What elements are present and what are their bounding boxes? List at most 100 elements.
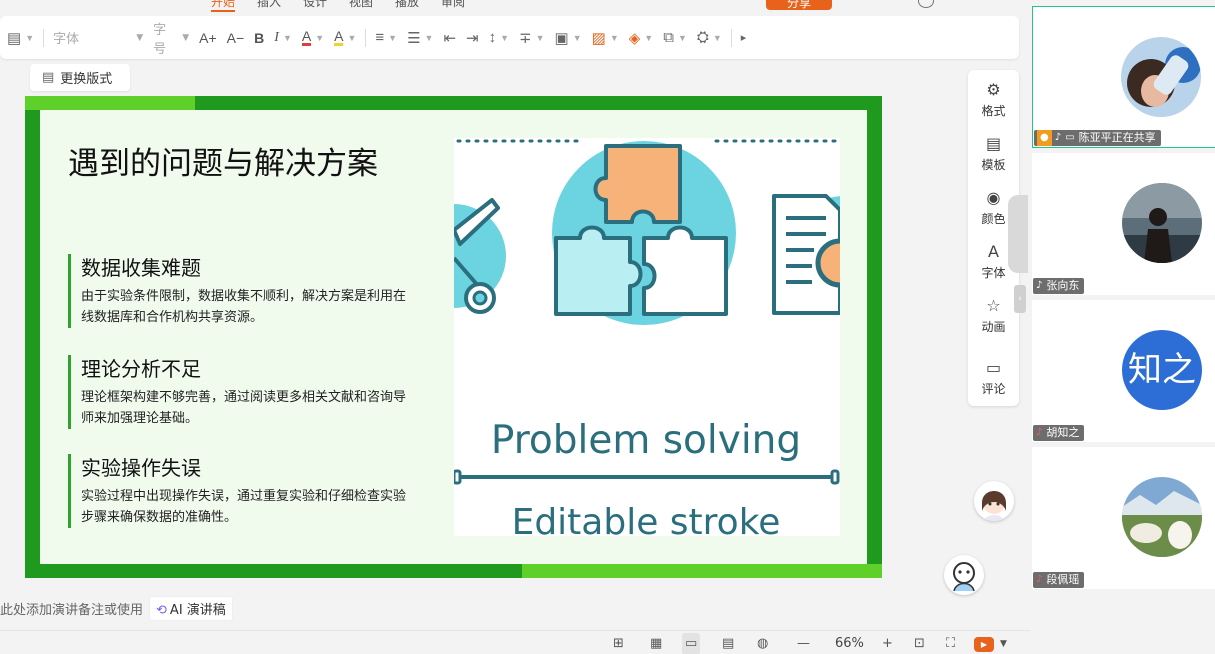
slide-content: 遇到的问题与解决方案 数据收集难题 由于实验条件限制，数据收集不顺利，解决方案是… xyxy=(40,110,867,564)
side-item-label: 格式 xyxy=(981,104,1006,118)
assistant-avatar-graphic xyxy=(982,491,1006,521)
chevron-down-icon: ▼ xyxy=(535,32,545,43)
picture-icon: ▨ xyxy=(591,29,606,47)
side-item-comment[interactable]: ▭ 评论 xyxy=(968,358,1019,397)
pane-scroll-handle[interactable] xyxy=(1008,195,1028,273)
tab-start[interactable]: 开始 xyxy=(211,0,236,12)
problem-point[interactable]: 理论分析不足 理论框架构建不够完善，通过阅读更多相关文献和咨询导师来加强理论基础… xyxy=(68,355,413,429)
pane-collapse-button[interactable]: › xyxy=(1014,285,1026,313)
increase-indent-button[interactable]: ⇥ xyxy=(461,24,484,52)
chevron-down-icon: ▼ xyxy=(182,32,190,43)
point-title: 数据收集难题 xyxy=(81,256,201,280)
italic-button[interactable]: I ▼ xyxy=(269,24,297,52)
web-view-icon[interactable]: ◍ xyxy=(757,636,768,651)
mic-icon: ♪ xyxy=(1036,280,1043,291)
slide-canvas[interactable]: 遇到的问题与解决方案 数据收集难题 由于实验条件限制，数据收集不顺利，解决方案是… xyxy=(25,96,882,578)
problem-point[interactable]: 数据收集难题 由于实验条件限制，数据收集不顺利，解决方案是利用在线数据库和合作机… xyxy=(68,254,413,328)
share-button[interactable]: 分享 xyxy=(766,0,832,10)
chevron-down-icon: ▼ xyxy=(500,32,510,43)
point-description: 理论框架构建不够完善，通过阅读更多相关文献和咨询导师来加强理论基础。 xyxy=(81,390,407,426)
participant-tile[interactable]: 知之 ♪ 胡知之 xyxy=(1032,300,1215,442)
zoom-in-icon[interactable]: + xyxy=(882,636,893,651)
speaker-notes-bar[interactable]: 此处添加演讲备注或使用 ⟲ AI 演讲稿 xyxy=(0,596,233,621)
tab-view[interactable]: 视图 xyxy=(349,0,373,10)
assistant-avatar[interactable] xyxy=(974,481,1014,521)
help-icon[interactable] xyxy=(918,0,934,8)
grow-font-button[interactable]: A+ xyxy=(194,24,222,52)
notes-placeholder[interactable]: 此处添加演讲备注或使用 xyxy=(0,599,143,618)
grid-view-icon[interactable]: ⊞ xyxy=(613,636,624,651)
participant-name-tag: ♪ 段佩瑶 xyxy=(1033,572,1085,588)
tab-review[interactable]: 审阅 xyxy=(441,0,465,10)
tab-design[interactable]: 设计 xyxy=(303,0,327,10)
tab-play[interactable]: 播放 xyxy=(395,0,419,10)
status-bar: ⊞ ▦ ▭ ▤ ◍ — 66% + ⊡ ⛶ ▶ ▼ xyxy=(0,630,1030,654)
font-size-placeholder: 字号 xyxy=(153,22,167,57)
strikethrough-button[interactable]: ∓ ▼ xyxy=(514,24,550,52)
indent-increase-icon: ⇥ xyxy=(466,29,479,47)
screen-share-icon: ▭ xyxy=(1065,132,1075,143)
zoom-out-icon[interactable]: — xyxy=(797,636,810,651)
bullet-list-button[interactable]: ☰ ▼ xyxy=(402,24,438,52)
font-color-button[interactable]: A ▼ xyxy=(297,24,329,52)
slide-title[interactable]: 遇到的问题与解决方案 xyxy=(68,138,378,183)
problem-point[interactable]: 实验操作失误 实验过程中出现操作失误，通过重复实验和仔细检查实验步骤来确保数据的… xyxy=(68,454,413,528)
highlight-icon: A xyxy=(334,28,344,46)
textbox-button[interactable]: ▣ ▼ xyxy=(550,24,587,52)
comment-icon: ▭ xyxy=(985,358,1002,377)
toolbar-more-button[interactable]: ▸ xyxy=(736,24,752,52)
participant-tile[interactable]: ♪ 段佩瑶 xyxy=(1032,447,1215,589)
line-spacing-button[interactable]: ↕ ▼ xyxy=(484,24,514,52)
shrink-font-button[interactable]: A− xyxy=(222,24,250,52)
divider xyxy=(43,28,45,47)
decrease-indent-button[interactable]: ⇤ xyxy=(438,24,461,52)
line-spacing-icon: ↕ xyxy=(488,29,497,46)
tab-insert[interactable]: 插入 xyxy=(257,0,281,10)
divider xyxy=(365,28,367,47)
zoom-level[interactable]: 66% xyxy=(835,636,864,651)
slide-sorter-icon[interactable]: ▦ xyxy=(650,636,662,651)
side-item-format[interactable]: ⚙ 格式 xyxy=(968,80,1019,119)
participant-tile[interactable]: ♪ 张向东 xyxy=(1032,153,1215,295)
shape-icon: ◈ xyxy=(628,29,641,47)
fit-window-icon[interactable]: ⊡ xyxy=(914,636,925,651)
participant-name-tag: ● ♪ ▭ 陈亚平正在共享 xyxy=(1034,130,1161,146)
highlight-button[interactable]: A ▼ xyxy=(329,24,361,52)
shape-button[interactable]: ◈ ▼ xyxy=(624,24,658,52)
format-painter-button[interactable]: ⛭ ▼ xyxy=(692,24,727,52)
ai-icon: ⟲ xyxy=(156,603,167,618)
format-toolbar: ▤ ▼ 字体 ▼ 字号 ▼ A+ A− B I ▼ A ▼ A ▼ ≡ ▼ ☰ ▼ ⇤ ⇥ ↕ ▼… xyxy=(0,16,1019,59)
illustration-graphic: Problem solving Editable stroke xyxy=(454,139,840,536)
problem-solving-illustration[interactable]: Problem solving Editable stroke xyxy=(454,138,840,536)
play-slideshow-button[interactable]: ▶ xyxy=(974,637,994,652)
star-icon: ☆ xyxy=(986,296,1001,315)
side-item-template[interactable]: ▤ 模板 xyxy=(968,134,1019,173)
mic-muted-icon: ♪ xyxy=(1036,574,1043,585)
chevron-down-icon: ▼ xyxy=(609,32,619,43)
chevron-right-icon: ▸ xyxy=(740,32,747,44)
align-button[interactable]: ≡ ▼ xyxy=(370,24,402,52)
ai-speech-button[interactable]: ⟲ AI 演讲稿 xyxy=(149,596,233,621)
textbox-icon: ▣ xyxy=(554,29,569,47)
chevron-down-icon[interactable]: ▼ xyxy=(1000,639,1007,649)
layout-menu[interactable]: ▤ ▼ xyxy=(2,24,39,52)
fullscreen-icon[interactable]: ⛶ xyxy=(946,636,955,651)
picture-button[interactable]: ▨ ▼ xyxy=(587,24,624,52)
reading-view-icon[interactable]: ▤ xyxy=(722,636,734,651)
ribbon-tabs: 开始 插入 设计 视图 播放 审阅 分享 xyxy=(0,0,1030,14)
participant-name: 段佩瑶 xyxy=(1046,573,1080,586)
ai-robot-avatar[interactable] xyxy=(944,555,984,595)
side-item-label: 评论 xyxy=(981,382,1006,396)
side-item-animation[interactable]: ☆ 动画 xyxy=(968,296,1019,335)
bold-button[interactable]: B xyxy=(249,24,269,52)
side-item-label: 动画 xyxy=(981,320,1006,334)
font-size-select[interactable]: 字号 ▼ xyxy=(148,23,194,57)
arrange-button[interactable]: ⧉ ▼ xyxy=(658,24,692,52)
font-family-select[interactable]: 字体 ▼ xyxy=(48,24,148,52)
layout-icon: ▤ xyxy=(7,29,22,47)
normal-view-icon[interactable]: ▭ xyxy=(682,633,701,654)
participant-tile[interactable]: ● ♪ ▭ 陈亚平正在共享 xyxy=(1032,6,1215,148)
change-layout-button[interactable]: ▤ 更换版式 xyxy=(30,64,130,91)
avatar-photo xyxy=(1122,477,1202,557)
participant-name: 陈亚平正在共享 xyxy=(1078,131,1156,144)
